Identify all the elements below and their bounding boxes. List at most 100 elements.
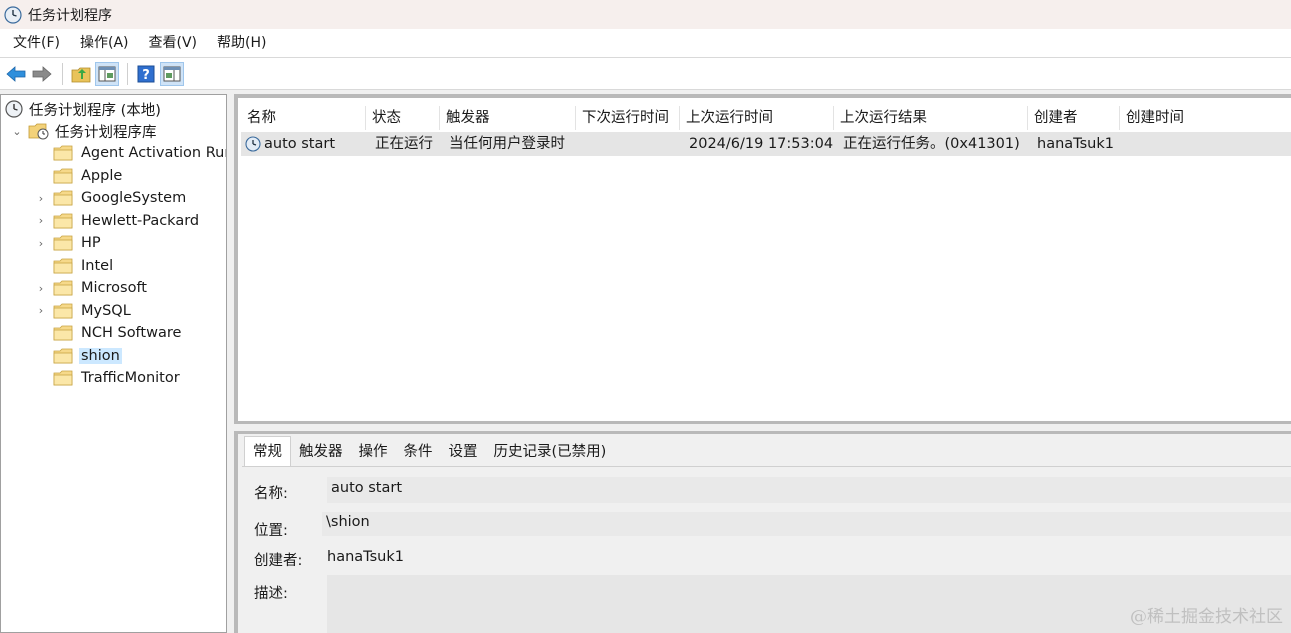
menu-help[interactable]: 帮助(H) [207,29,276,57]
show-hide-console-tree-button[interactable] [95,61,119,86]
forward-arrow-icon [32,65,52,82]
tree-folder-label: Intel [81,257,114,274]
tree-folder-label: HP [81,235,101,251]
tree-folder-item[interactable]: › HP [35,232,101,254]
chevron-down-icon[interactable]: ⌄ [11,125,23,138]
tree-library-label: 任务计划程序库 [55,124,157,141]
name-value: auto start [331,480,403,496]
help-icon: ? [137,65,155,83]
folder-icon [53,303,73,318]
task-name: auto start [264,136,336,152]
folder-icon [53,145,73,161]
tree-root[interactable]: 任务计划程序 (本地) [5,98,161,120]
folder-icon [53,235,73,251]
help-button[interactable]: ? [134,62,158,86]
menu-action[interactable]: 操作(A) [70,29,139,57]
chevron-right-icon[interactable]: › [35,282,47,295]
folder-icon [53,325,73,341]
cell-trigger: 当任何用户登录时 [449,136,565,152]
tree-folder-label: NCH Software [81,325,182,341]
detail-tabs: 常规 触发器 操作 条件 设置 历史记录(已禁用) [244,436,614,466]
chevron-right-icon[interactable]: › [35,304,47,317]
show-hide-action-pane-button[interactable] [160,61,184,86]
tree-root-label: 任务计划程序 (本地) [29,102,161,119]
tree-folder-label: Microsoft [81,280,147,296]
tab-triggers[interactable]: 触发器 [291,438,351,466]
clock-icon [4,5,22,24]
toolbar-separator [127,62,128,85]
tree-folder-item[interactable]: › Hewlett-Packard [35,210,199,232]
column-header-author[interactable]: 创建者 [1028,106,1120,130]
console-tree[interactable]: 任务计划程序 (本地) ⌄ 任务计划程序库 Agent Activation R… [0,94,227,633]
tab-general[interactable]: 常规 [244,436,291,466]
column-header-trigger[interactable]: 触发器 [440,106,576,130]
cell-name: auto start [241,132,366,156]
column-header-last-result[interactable]: 上次运行结果 [834,106,1028,130]
pane-splitter[interactable] [227,94,234,633]
column-header-status[interactable]: 状态 [366,106,440,130]
chevron-right-icon[interactable]: › [35,192,47,205]
cell-created [1125,132,1129,156]
chevron-right-icon[interactable]: › [35,237,47,250]
table-row[interactable]: auto start 正在运行 当任何用户登录时 2024/6/19 17:53… [241,132,1291,156]
show-hide-console-tree-icon [98,66,116,81]
tree-folder-label: GoogleSystem [81,190,187,206]
cell-last-run: 2024/6/19 17:53:04 [689,136,834,152]
tab-conditions[interactable]: 条件 [396,438,441,466]
window-title: 任务计划程序 [28,7,112,24]
tree-folder-item[interactable]: NCH Software [35,322,181,344]
location-label: 位置: [254,523,288,539]
svg-text:?: ? [142,68,150,83]
tab-actions[interactable]: 操作 [351,438,396,466]
folder-icon [53,168,73,183]
cell-last-result: 正在运行任务。(0x41301) [843,136,1020,152]
title-bar: 任务计划程序 [0,0,1291,29]
task-list-header: 名称 状态 触发器 下次运行时间 上次运行时间 上次运行结果 创建者 创建时间 [238,106,1291,130]
tab-settings[interactable]: 设置 [441,438,486,466]
tree-folder-item[interactable]: Agent Activation Run [35,142,227,164]
forward-button[interactable] [30,62,54,86]
tree-folder-label: shion [79,347,122,364]
folder-icon [53,280,73,296]
task-list[interactable]: 名称 状态 触发器 下次运行时间 上次运行时间 上次运行结果 创建者 创建时间 … [234,94,1291,424]
task-clock-icon [245,136,261,152]
tree-folder-label: Apple [81,167,123,184]
menu-file[interactable]: 文件(F) [3,29,70,57]
tree-folder-item[interactable]: Apple [35,165,122,187]
chevron-right-icon[interactable]: › [35,214,47,227]
tree-folder-item[interactable]: › GoogleSystem [35,187,186,209]
tree-library[interactable]: ⌄ 任务计划程序库 [11,120,157,142]
cell-author: hanaTsuk1 [1037,136,1114,152]
column-header-name[interactable]: 名称 [241,106,366,130]
tree-folder-item[interactable]: shion [35,345,122,367]
column-header-next-run[interactable]: 下次运行时间 [576,106,680,130]
tree-folder-item[interactable]: › Microsoft [35,277,147,299]
toolbar: ? [0,57,1291,90]
tree-folder-item[interactable]: TrafficMonitor [35,367,180,389]
cell-next-run [581,132,585,156]
folder-icon [53,213,73,228]
author-label: 创建者: [254,553,303,569]
column-header-last-run[interactable]: 上次运行时间 [680,106,834,130]
name-field[interactable]: auto start [327,477,1291,503]
menu-bar: 文件(F) 操作(A) 查看(V) 帮助(H) [0,29,1291,57]
clock-icon [5,100,23,118]
location-field[interactable]: \shion [322,512,1291,536]
tree-folder-label: MySQL [81,302,131,319]
tree-folder-label: Agent Activation Run [81,145,227,161]
name-label: 名称: [254,486,288,502]
up-folder-button[interactable] [69,62,93,86]
tree-folder-item[interactable]: › MySQL [35,300,131,322]
folder-icon [53,190,73,206]
cell-status: 正在运行 [375,136,433,152]
tree-folder-item[interactable]: Intel [35,255,113,277]
show-hide-action-pane-icon [163,66,181,81]
tab-history[interactable]: 历史记录(已禁用) [486,438,615,466]
tree-folder-label: Hewlett-Packard [81,212,200,229]
tree-folder-label: TrafficMonitor [81,370,180,386]
folder-icon [53,258,73,273]
back-button[interactable] [4,62,28,86]
author-value: hanaTsuk1 [327,549,404,565]
menu-view[interactable]: 查看(V) [139,29,208,57]
column-header-created[interactable]: 创建时间 [1120,106,1291,130]
